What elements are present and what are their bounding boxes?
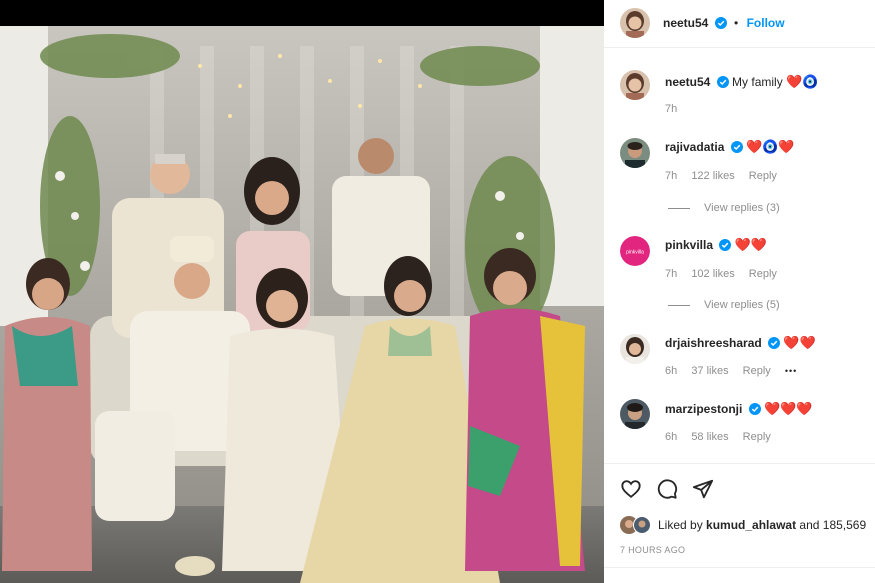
comment-icon[interactable] <box>656 478 678 500</box>
likers-avatars <box>620 516 652 534</box>
comment-text: ❤️❤️ <box>734 237 768 252</box>
view-replies-button[interactable]: View replies (3) <box>668 202 780 214</box>
comment-likes[interactable]: 122 likes <box>691 170 734 182</box>
liker-avatar <box>633 516 651 534</box>
divider <box>604 567 875 568</box>
family-photo-illustration <box>0 26 604 583</box>
author-avatar[interactable] <box>620 8 650 38</box>
author-username[interactable]: neetu54 <box>663 16 708 30</box>
comment-row: drjaishreesharad ❤️❤️ 6h 37 likes Reply … <box>604 328 875 388</box>
liked-by-prefix: Liked by <box>658 518 703 532</box>
comment-meta: 7h 122 likes Reply <box>665 170 788 182</box>
comment-username[interactable]: marzipestonji <box>665 402 742 416</box>
comment-text-line: marzipestonji ❤️❤️❤️ <box>665 401 813 417</box>
view-replies-button[interactable]: View replies (5) <box>668 299 780 311</box>
reply-button[interactable]: Reply <box>743 431 771 443</box>
post-header: neetu54 • Follow <box>604 0 875 48</box>
view-replies-label: View replies (3) <box>704 202 780 214</box>
commenter-avatar[interactable] <box>620 334 650 364</box>
likes-count[interactable]: and 185,569 <box>799 518 866 532</box>
liked-by-user[interactable]: kumud_ahlawat <box>706 518 796 532</box>
comment-username[interactable]: drjaishreesharad <box>665 336 762 350</box>
posted-time: 7 HOURS AGO <box>620 545 686 555</box>
comment-text: ❤️🧿❤️ <box>746 139 795 154</box>
comment-username[interactable]: pinkvilla <box>665 238 713 252</box>
post-actions: Liked by kumud_ahlawat and 185,569 7 HOU… <box>604 463 875 583</box>
comment-likes[interactable]: 37 likes <box>691 365 728 377</box>
heart-outline-icon[interactable] <box>620 478 642 500</box>
separator-dot: • <box>734 16 739 30</box>
commenter-avatar[interactable]: pinkvilla <box>620 236 650 266</box>
caption-username[interactable]: neetu54 <box>665 75 710 89</box>
view-replies-label: View replies (5) <box>704 299 780 311</box>
comment-meta: 6h 58 likes Reply <box>665 431 782 443</box>
svg-text:pinkvilla: pinkvilla <box>626 250 644 256</box>
comment-text-line: pinkvilla ❤️❤️ <box>665 237 767 253</box>
replies-dash <box>668 207 690 209</box>
comment-username[interactable]: rajivadatia <box>665 140 724 154</box>
follow-button[interactable]: Follow <box>747 16 785 30</box>
reply-button[interactable]: Reply <box>749 268 777 280</box>
comment-row: rajivadatia ❤️🧿❤️ 7h 122 likes Reply Vie… <box>604 132 875 222</box>
reply-button[interactable]: Reply <box>743 365 771 377</box>
caption-text: My family <box>732 75 783 89</box>
commenter-avatar[interactable] <box>620 138 650 168</box>
comment-likes[interactable]: 102 likes <box>691 268 734 280</box>
comment-row: pinkvilla pinkvilla ❤️❤️ 7h 102 likes Re… <box>604 230 875 320</box>
comment-row: marzipestonji ❤️❤️❤️ 6h 58 likes Reply <box>604 395 875 455</box>
verified-badge-icon <box>730 141 743 153</box>
caption-emoji: ❤️🧿 <box>786 74 819 89</box>
verified-badge-icon <box>714 17 727 29</box>
replies-dash <box>668 304 690 306</box>
comment-time: 6h <box>665 431 678 443</box>
caption-text-line: neetu54 My family ❤️🧿 <box>665 74 818 90</box>
header-line: neetu54 • Follow <box>663 16 785 30</box>
verified-badge-icon <box>719 239 732 251</box>
comment-meta: 7h 102 likes Reply <box>665 268 788 280</box>
verified-badge-icon <box>768 337 781 349</box>
verified-badge-icon <box>748 403 761 415</box>
comment-time: 7h <box>665 268 678 280</box>
photo-top-bar <box>0 0 604 26</box>
comment-likes[interactable]: 58 likes <box>691 431 728 443</box>
comment-time: 6h <box>665 365 678 377</box>
post-sidebar: neetu54 • Follow neetu54 My family ❤️🧿 7… <box>604 0 875 583</box>
comment-text: ❤️❤️ <box>783 335 816 350</box>
more-options-button[interactable]: ••• <box>785 366 797 376</box>
comment-text-line: rajivadatia ❤️🧿❤️ <box>665 139 795 155</box>
post-photo[interactable] <box>0 26 604 583</box>
comment-text: ❤️❤️❤️ <box>764 401 813 416</box>
comment-text-line: drjaishreesharad ❤️❤️ <box>665 335 816 351</box>
verified-badge-icon <box>716 76 729 88</box>
comment-meta: 6h 37 likes Reply ••• <box>665 365 808 377</box>
commenter-avatar[interactable] <box>620 399 650 429</box>
share-icon[interactable] <box>692 478 714 500</box>
caption-row: neetu54 My family ❤️🧿 7h <box>604 68 875 118</box>
reply-button[interactable]: Reply <box>749 170 777 182</box>
liked-by-line: Liked by kumud_ahlawat and 185,569 <box>620 516 866 534</box>
caption-author-avatar[interactable] <box>620 70 650 100</box>
comment-time: 7h <box>665 170 678 182</box>
caption-time: 7h <box>665 103 678 115</box>
